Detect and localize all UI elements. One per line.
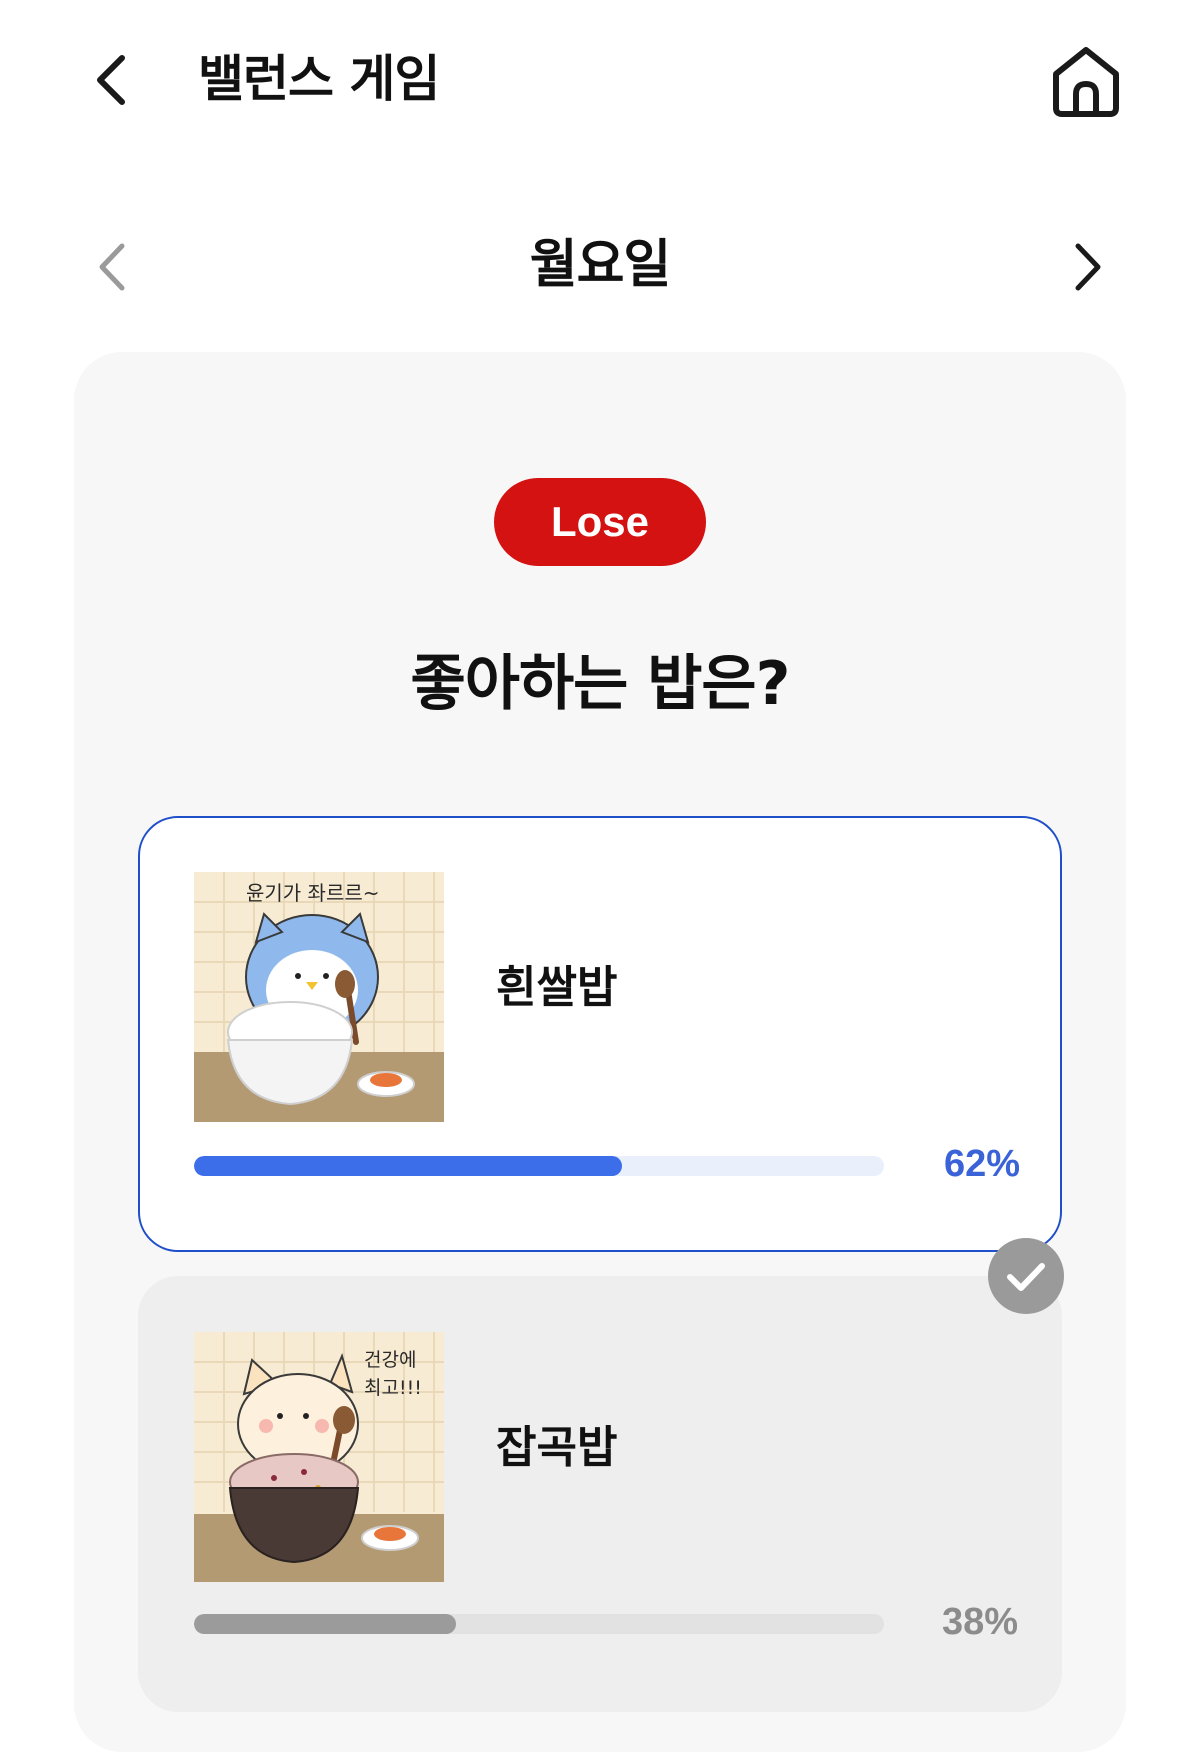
- home-button[interactable]: [1048, 44, 1124, 118]
- image-caption-line1: 건강에: [364, 1349, 416, 1371]
- image-caption: 윤기가 좌르르~: [246, 881, 380, 905]
- next-day-button[interactable]: [1066, 240, 1108, 294]
- home-icon: [1053, 47, 1119, 117]
- option-image-multigrain-rice: 건강에 최고!!!: [194, 1332, 444, 1582]
- vote-progress-track: [194, 1156, 884, 1176]
- option-card-multigrain-rice[interactable]: 건강에 최고!!! 잡곡밥 38%: [138, 1276, 1062, 1712]
- result-badge: Lose: [494, 478, 706, 566]
- day-title: 월요일: [529, 235, 672, 295]
- day-navigator: 월요일: [0, 220, 1200, 310]
- selected-check-badge: [988, 1238, 1064, 1314]
- back-button[interactable]: [88, 52, 138, 108]
- image-caption-line2: 최고!!!: [364, 1377, 422, 1399]
- option-card-white-rice[interactable]: 윤기가 좌르르~ 흰쌀밥 62%: [138, 816, 1062, 1252]
- question-title: 좋아하는 밥은?: [410, 649, 791, 719]
- vote-progress-fill: [194, 1614, 457, 1634]
- vote-percent: 38%: [941, 1601, 1018, 1643]
- option-label: 잡곡밥: [496, 1422, 618, 1473]
- check-icon: [1007, 1263, 1045, 1291]
- option-label: 흰쌀밥: [496, 962, 618, 1013]
- vote-progress-track: [194, 1614, 884, 1634]
- page-title: 밸런스 게임: [198, 50, 440, 108]
- chevron-right-icon: [1075, 243, 1101, 291]
- cat-rice-illustration: 건강에 최고!!!: [194, 1332, 444, 1582]
- vote-progress-fill: [194, 1156, 622, 1176]
- penguin-rice-illustration: 윤기가 좌르르~: [194, 872, 444, 1122]
- chevron-left-icon: [97, 55, 125, 105]
- vote-percent: 62%: [943, 1143, 1020, 1185]
- balance-game-card: Lose 좋아하는 밥은? 윤기가 좌르르~ 흰쌀밥 62% 건강에 최고!!!…: [74, 352, 1126, 1752]
- option-image-white-rice: 윤기가 좌르르~: [194, 872, 444, 1122]
- app-header: 밸런스 게임: [0, 0, 1200, 165]
